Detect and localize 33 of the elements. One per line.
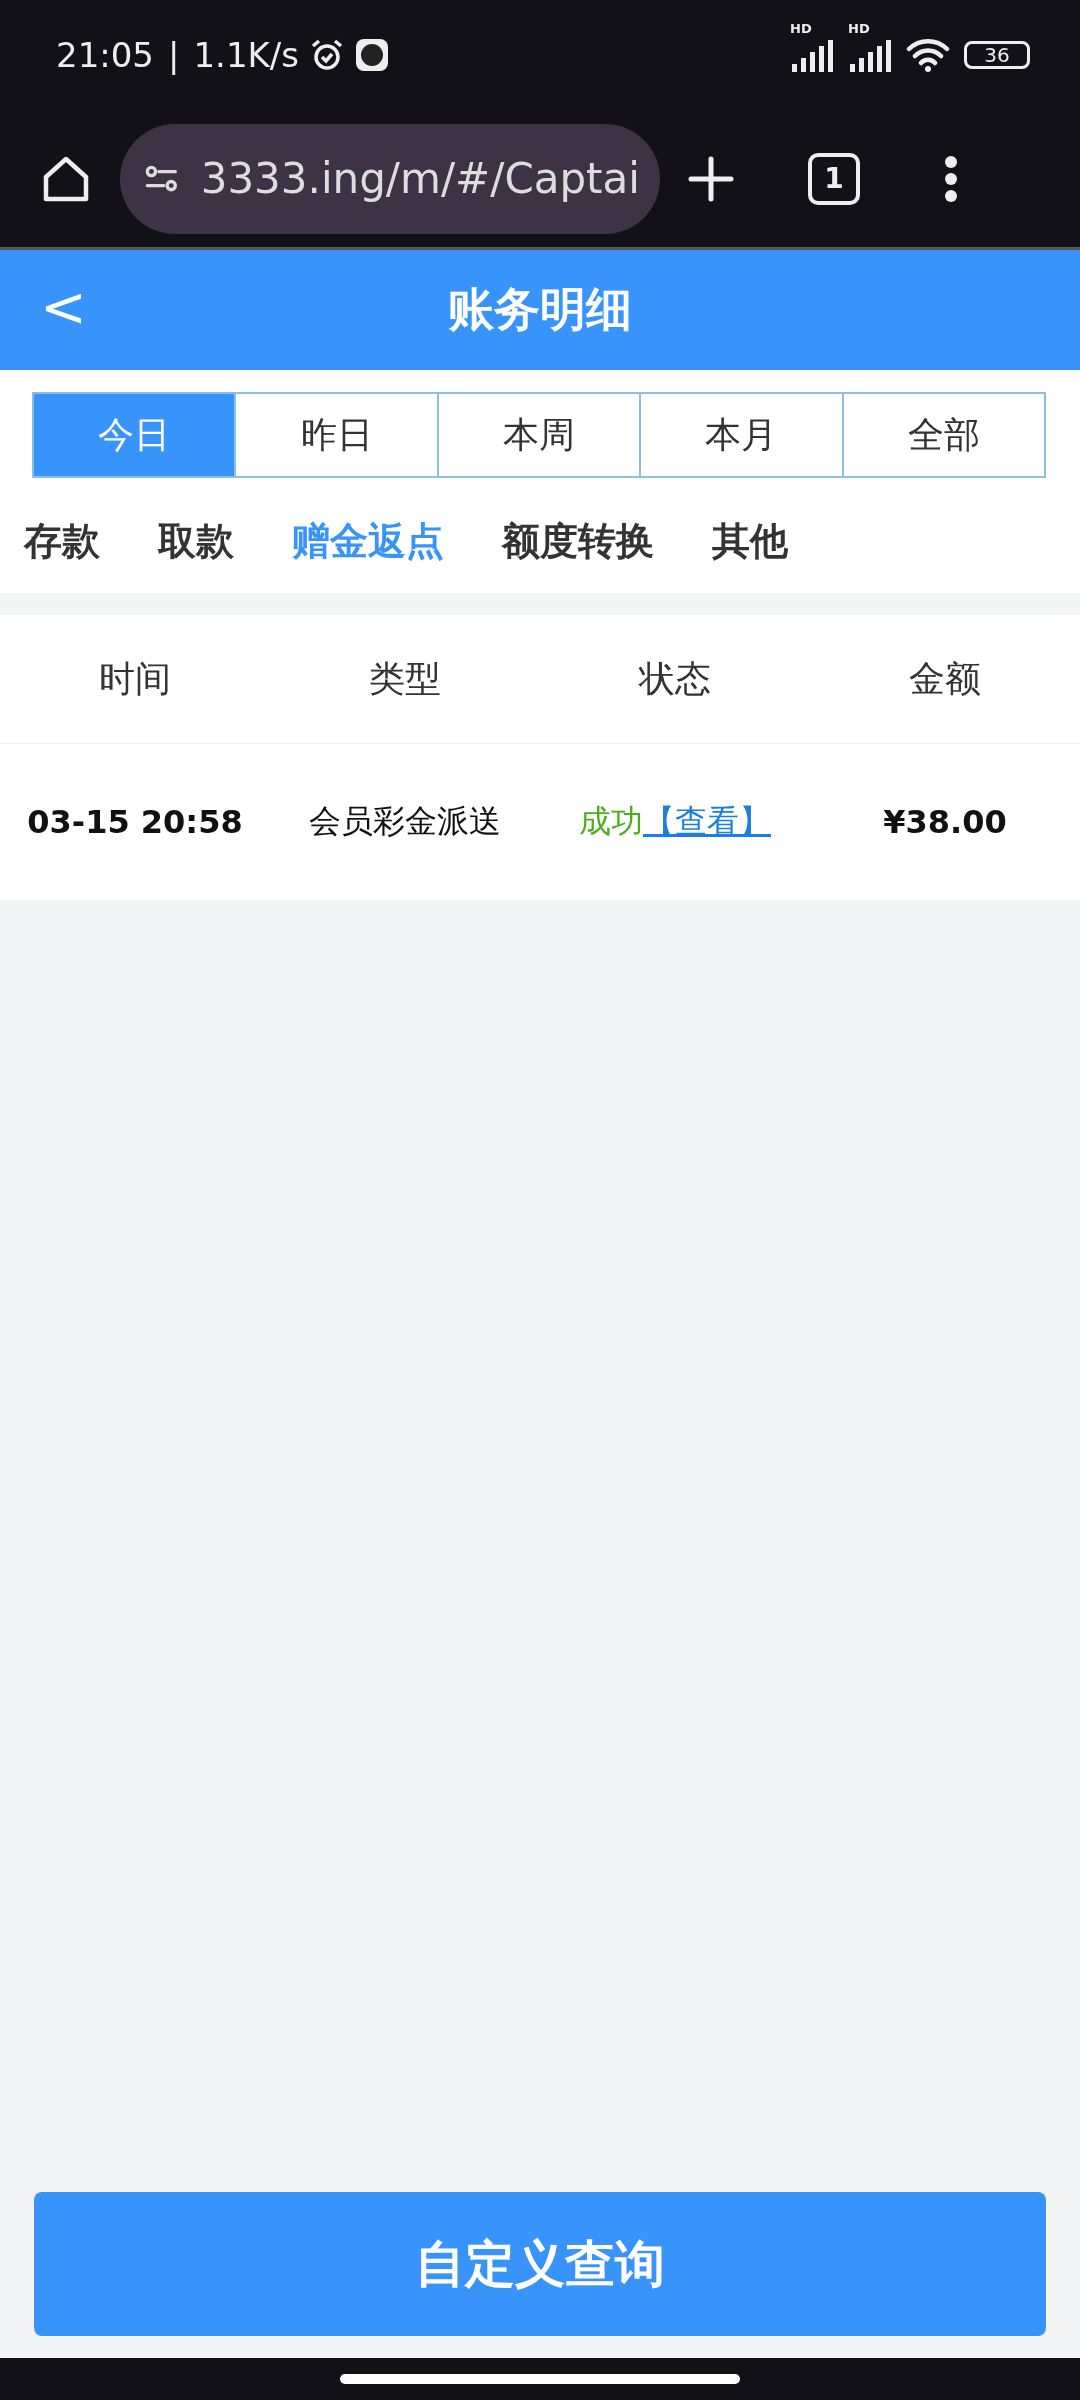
- period-tab[interactable]: 全部: [841, 392, 1047, 478]
- hd-label: HD: [790, 22, 812, 35]
- new-tab-icon[interactable]: [688, 155, 734, 202]
- category-tab[interactable]: 其他: [712, 516, 788, 567]
- battery-icon: 36: [964, 41, 1030, 69]
- column-header: 金额: [908, 656, 982, 701]
- signal-icon: [790, 40, 834, 72]
- wifi-icon: [906, 37, 950, 73]
- alarm-icon: [309, 37, 345, 73]
- hd-label: HD: [848, 22, 870, 35]
- category-tab[interactable]: 存款: [24, 516, 100, 567]
- category-tab[interactable]: 取款: [158, 516, 234, 567]
- page-title: 账务明细: [448, 281, 632, 338]
- period-tab[interactable]: 本周: [436, 392, 642, 478]
- network-speed: 1.1K/s: [193, 35, 299, 75]
- column-header: 时间: [98, 656, 172, 701]
- view-link[interactable]: 【查看】: [643, 802, 771, 840]
- amount-cell-text: ¥38.00: [882, 803, 1008, 841]
- more-menu-icon[interactable]: [944, 154, 958, 203]
- column-header: 状态: [637, 656, 712, 701]
- column-header: 类型: [368, 656, 442, 701]
- tab-switcher-button[interactable]: 1: [808, 152, 860, 205]
- address-bar[interactable]: 3333.ing/m/#/Captai: [120, 123, 660, 234]
- status-time: 21:05: [56, 35, 154, 75]
- status-text: 成功: [579, 802, 643, 840]
- app-icon: [355, 38, 389, 72]
- period-tab[interactable]: 昨日: [234, 392, 439, 478]
- type-cell-text: 会员彩金派送: [308, 801, 502, 842]
- signal-icon: [848, 40, 892, 72]
- period-tab[interactable]: 本月: [639, 392, 844, 478]
- category-tab[interactable]: 额度转换: [502, 516, 654, 567]
- status-separator: |: [168, 35, 180, 75]
- time-cell-text: 03-15 20:58: [26, 803, 244, 841]
